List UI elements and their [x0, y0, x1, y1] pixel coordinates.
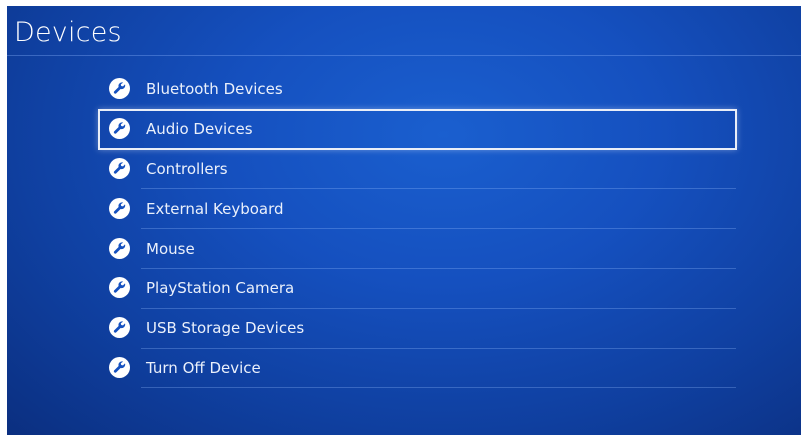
wrench-icon — [109, 356, 130, 378]
menu-item-external-keyboard[interactable]: External Keyboard — [109, 189, 736, 230]
menu-item-label: USB Storage Devices — [146, 319, 305, 338]
menu-item-row: Bluetooth Devices — [99, 70, 736, 109]
menu-item-controllers[interactable]: Controllers — [109, 150, 736, 190]
menu-item-row: Controllers — [99, 150, 736, 189]
menu-item-usb-storage-devices[interactable]: USB Storage Devices — [109, 309, 736, 349]
menu-item-row: USB Storage Devices — [99, 309, 736, 348]
menu-item-label: External Keyboard — [146, 199, 284, 218]
menu-item-row: External Keyboard — [99, 189, 736, 228]
menu-item-playstation-camera[interactable]: PlayStation Camera — [109, 269, 736, 309]
wrench-icon — [109, 237, 130, 259]
wrench-icon — [109, 78, 130, 100]
wrench-icon — [109, 197, 130, 219]
page-title: Devices — [14, 17, 122, 48]
menu-item-row: Mouse — [99, 229, 736, 268]
menu-item-audio-devices[interactable]: Audio Devices — [98, 108, 737, 150]
menu-item-label: Mouse — [146, 239, 195, 258]
menu-item-label: Controllers — [146, 159, 228, 178]
menu-item-row: PlayStation Camera — [99, 269, 736, 308]
menu-item-label: Turn Off Device — [146, 358, 261, 377]
devices-screen: Devices Bluetooth Devices Audio Devices — [7, 6, 801, 435]
wrench-icon — [109, 317, 130, 339]
wrench-icon — [109, 157, 130, 179]
menu-item-label: PlayStation Camera — [146, 279, 295, 298]
wrench-icon — [109, 277, 130, 299]
menu-item-row: Turn Off Device — [99, 349, 736, 388]
header: Devices — [7, 6, 801, 56]
devices-menu: Bluetooth Devices Audio Devices Controll… — [98, 70, 737, 389]
menu-item-turn-off-device[interactable]: Turn Off Device — [109, 349, 736, 389]
menu-item-row: Audio Devices — [99, 110, 736, 149]
menu-item-label: Bluetooth Devices — [146, 80, 283, 99]
menu-item-mouse[interactable]: Mouse — [109, 229, 736, 269]
wrench-icon — [109, 118, 130, 140]
menu-item-bluetooth-devices[interactable]: Bluetooth Devices — [109, 70, 736, 110]
menu-item-label: Audio Devices — [146, 120, 253, 139]
